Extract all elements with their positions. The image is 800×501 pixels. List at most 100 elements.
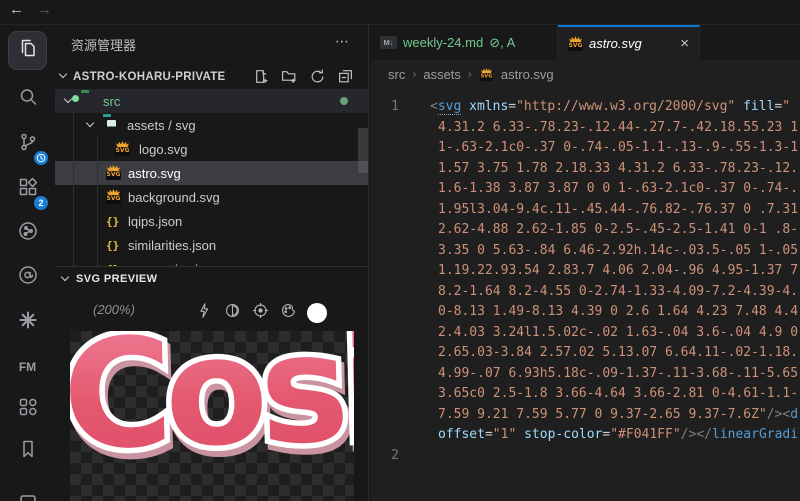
graph-circle-icon [16,219,40,248]
line-number [370,323,412,344]
explorer-header: 资源管理器 ⋯ [55,31,368,55]
contrast-icon[interactable] [223,301,242,325]
indent-guide [97,137,98,266]
new-file-icon[interactable] [253,68,270,90]
sidebar-item-explorer[interactable] [8,31,47,70]
breadcrumb-file[interactable]: astro.svg [501,67,554,82]
code-line[interactable]: 1-.63-2.1c0-.37 0-.74-.05-1.1-.13-.9-.55… [370,138,800,159]
line-number [370,261,412,282]
code-line[interactable]: 7.59 9.21 7.59 5.77 0 9.37-2.65 9.37-7.6… [370,405,800,426]
tree-item-similarities-json[interactable]: {} similarities.json [55,233,368,257]
new-folder-icon[interactable] [281,68,298,90]
chevron-down-icon [60,272,70,282]
tree-item-logo-svg[interactable]: SVG logo.svg [55,137,368,161]
tab-label: weekly-24.md [403,35,484,50]
sidebar-item-extensions[interactable]: 2 [8,170,48,210]
tree-item-summaries-json[interactable]: {}summaries.json [55,257,368,267]
svg-preview-toolbar: (200%) [55,292,368,331]
code-line[interactable]: 4.31.2 6.33-.78.23-.12.44-.27.7-.42.18.5… [370,118,800,139]
code-text: 1.95l3.04-9.4c.11-.45.44-.76.82-.76.37 0… [438,201,799,217]
json-file-icon: {} [106,215,120,228]
code-text: 0-8.13 1.49-8.13 4.39 0 2.6 1.64 4.23 7.… [438,304,799,319]
svg-preview-panel-header[interactable]: SVG PREVIEW [55,266,368,292]
palette-icon[interactable] [279,301,298,325]
tree-item-astro-svg[interactable]: SVG astro.svg [55,161,368,185]
code-line[interactable]: 1.19.22.93.54 2.83.7 4.06 2.04-.96 4.95-… [370,261,800,282]
tab-weekly-24-md[interactable]: M↓ weekly-24.md ⊘, A [370,25,558,60]
files-icon [16,36,40,65]
code-text: 4.99-.07 6.93h5.18c-.09-1.37-.11-3.68-.1… [438,365,799,381]
bookmark-icon [16,437,40,466]
activity-bar: 2 FM [0,25,55,501]
code-line[interactable]: 3.35 0 5.63-.84 6.46-2.92h.14c-.03.5-.05… [370,241,800,262]
line-number [370,343,412,364]
code-text: 1.19.22.93.54 2.83.7 4.06 2.04-.96 4.95-… [438,263,799,278]
refresh-icon[interactable] [309,68,326,90]
crosshair-icon[interactable] [251,301,270,325]
workspace-name: ASTRO-KOHARU-PRIVATE [73,71,226,83]
code-line[interactable]: 2 [370,446,800,467]
breadcrumb-assets[interactable]: assets [423,67,461,82]
tree-item-background-svg[interactable]: SVG background.svg [55,185,368,209]
starburst-icon [16,308,40,337]
preview-background-color-button[interactable] [307,303,327,323]
tab-astro-svg[interactable]: SVG astro.svg × [558,25,700,60]
tab-git-badges: ⊘, A [489,34,516,50]
sidebar-item-fm-extension[interactable]: FM [8,347,47,386]
code-line[interactable]: 1 <svg xmlns="http://www.w3.org/2000/svg"… [370,97,800,118]
code-line[interactable]: 4.99-.07 6.93h5.18c-.09-1.37-.11-3.68-.1… [370,364,800,385]
code-line[interactable]: 2.4.03 3.24l1.5.02c-.02 1.63-.04 3.6-.04… [370,323,800,344]
nav-back-icon[interactable]: ← [9,1,24,18]
sidebar-item-starburst-extension[interactable] [8,303,47,342]
line-number [370,179,412,200]
search-icon [16,85,40,114]
sidebar-item-mentions-extension[interactable] [8,258,47,297]
workspace-section-header[interactable]: ASTRO-KOHARU-PRIVATE [55,65,368,89]
sidebar-item-search[interactable] [8,80,47,119]
code-line[interactable]: 1.6-1.38 3.87 3.87 0 0 1-.63-2.1c0-.37 0… [370,179,800,200]
code-line[interactable]: 8.2-1.64 8.2-4.55 0-2.74-1.33-4.09-7.2-4… [370,282,800,303]
chevron-down-icon [63,94,73,104]
sidebar-item-more-extension[interactable] [8,477,47,501]
code-line[interactable]: 2.62-4.88 2.62-1.85 0-2.5-.45-2.5-1.41 0… [370,220,800,241]
code-text: 1-.63-2.1c0-.37 0-.74-.05-1.1-.13-.9-.55… [438,140,799,155]
code-line[interactable]: 2.65.03-3.84 2.57.02 5.13.07 6.64.11-.02… [370,343,800,364]
tree-item-lqips-json[interactable]: {} lqips.json [55,209,368,233]
sidebar-item-bookmarks-extension[interactable] [8,432,47,471]
line-number: 1 [391,99,399,114]
code-line[interactable]: 3.65c0 2.5-1.8 3.66-4.64 3.66-2.81 0-4.6… [370,384,800,405]
more-actions-icon[interactable]: ⋯ [335,33,350,50]
tree-item-label: src [103,93,121,109]
zoom-level: (200%) [93,302,135,317]
tree-item-src[interactable]: src [55,89,368,113]
close-icon[interactable]: × [680,36,689,51]
svg-preview-image: Cosine [70,331,354,489]
line-number [370,384,412,405]
breadcrumb: src › assets › SVG astro.svg [370,60,800,88]
code-line[interactable]: offset="1" stop-color="#F041FF"/></linea… [370,425,800,446]
at-circle-icon [16,263,40,292]
file-tree: src assets / svg SVG logo.svg SVG astro.svg SV… [55,89,368,267]
tab-label: astro.svg [589,36,642,51]
sidebar-item-shapes-extension[interactable] [8,390,47,429]
tree-item-label: background.svg [128,189,220,205]
line-number [370,138,412,159]
code-line[interactable]: 1.95l3.04-9.4c.11-.45.44-.76.82-.76.37 0… [370,200,800,221]
line-number [370,200,412,221]
code-editor[interactable]: 1 <svg xmlns="http://www.w3.org/2000/svg"… [370,88,800,501]
svg-preview-title: SVG PREVIEW [76,273,158,285]
tree-item-assets-svg[interactable]: assets / svg [55,113,368,137]
title-bar: ← → [0,0,800,25]
code-line[interactable]: 1.57 3.75 1.78 2.18.33 4.31.2 6.33-.78.2… [370,159,800,180]
code-line[interactable]: 0-8.13 1.49-8.13 4.39 0 2.6 1.64 4.23 7.… [370,302,800,323]
flash-icon[interactable] [195,301,214,325]
sidebar-item-source-control[interactable] [8,125,48,165]
tree-item-label: assets / svg [127,117,196,133]
sidebar-item-graph-extension[interactable] [8,214,47,253]
code-text: 2.4.03 3.24l1.5.02c-.02 1.63-.04 3.6-.04… [438,324,799,340]
code-text: 7.59 9.21 7.59 5.77 0 9.37-2.65 9.37-7.6… [438,406,799,422]
breadcrumb-src[interactable]: src [388,67,405,82]
tree-item-label: logo.svg [139,141,188,157]
collapse-all-icon[interactable] [337,68,354,90]
tree-scrollbar[interactable] [358,128,368,173]
